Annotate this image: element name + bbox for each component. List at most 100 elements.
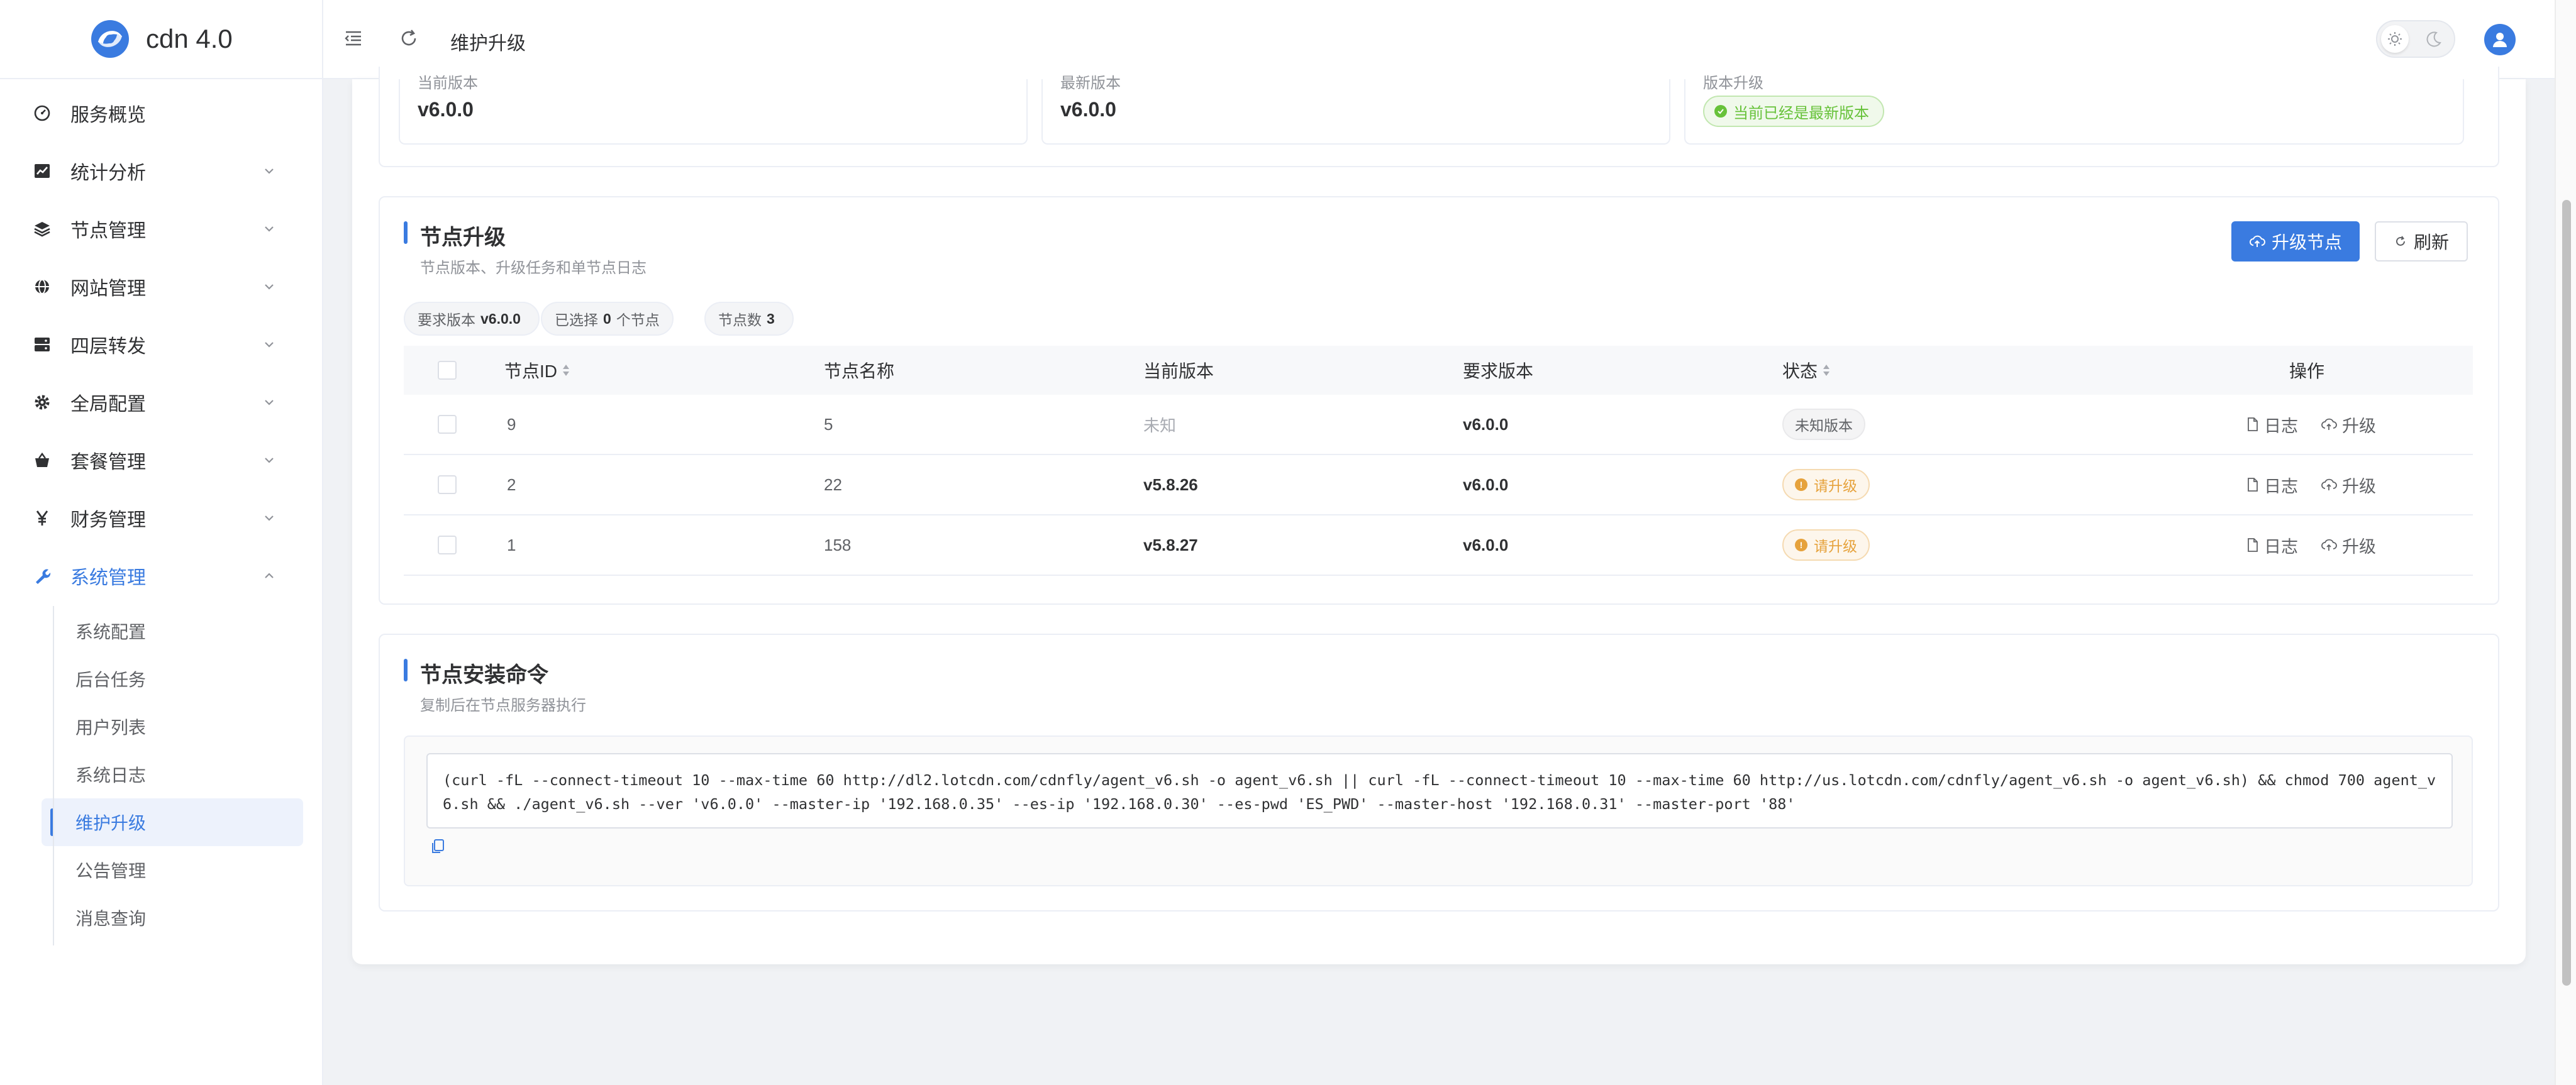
sun-icon — [2381, 25, 2409, 53]
upgrade-button[interactable]: 升级 — [2321, 533, 2376, 558]
upgrade-label: 升级 — [2342, 416, 2376, 436]
cloud-upload-icon — [2321, 418, 2337, 430]
collapse-menu-icon[interactable] — [342, 27, 365, 50]
current-version-box: 当前版本 v6.0.0 — [399, 75, 1028, 145]
select-all-checkbox[interactable] — [438, 361, 457, 380]
submenu-item-background-tasks[interactable]: 后台任务 — [0, 655, 322, 703]
pill-label: 已选择 — [555, 312, 598, 328]
col-label: 当前版本 — [1143, 361, 1214, 381]
avatar[interactable] — [2484, 24, 2516, 55]
sort-icon — [1823, 363, 1830, 377]
user-icon — [2493, 33, 2507, 47]
node-id: 9 — [507, 414, 516, 434]
page-title: 维护升级 — [450, 33, 526, 54]
sidebar-item-global-config[interactable]: 全局配置 — [0, 373, 322, 431]
current-version: 未知 — [1143, 416, 1177, 435]
table-row: 9 5 未知 v6.0.0 未知版本 日志 升级 — [404, 395, 2473, 455]
check-icon — [1714, 105, 1727, 118]
refresh-icon[interactable] — [397, 27, 420, 50]
gear-icon — [33, 393, 52, 412]
globe-icon — [33, 277, 52, 296]
upgrade-label: 升级 — [2342, 476, 2376, 496]
yen-icon — [33, 509, 52, 527]
required-version: v6.0.0 — [1463, 414, 1509, 434]
document-icon — [2248, 417, 2258, 431]
status-badge: 当前已经是最新版本 — [1703, 96, 1884, 127]
version-panel: 当前版本 v6.0.0 最新版本 v6.0.0 版本升级 当前已经是最新版本 — [379, 67, 2499, 167]
col-node-name: 节点名称 — [824, 346, 894, 395]
theme-toggle[interactable] — [2376, 20, 2455, 58]
table-row: 1 158 v5.8.27 v6.0.0 ! 请升级 日志 升级 — [404, 515, 2473, 576]
node-name: 5 — [824, 414, 833, 434]
submenu-item-announcements[interactable]: 公告管理 — [0, 846, 322, 894]
required-version-pill: 要求版本 v6.0.0 — [404, 302, 540, 336]
upgrade-button[interactable]: 升级 — [2321, 473, 2376, 497]
sidebar-item-label: 网站管理 — [70, 278, 146, 299]
refresh-button[interactable]: 刷新 — [2375, 221, 2468, 262]
page-scrollbar-thumb[interactable] — [2562, 200, 2571, 986]
document-icon — [2248, 538, 2258, 552]
sidebar-item-system[interactable]: 系统管理 — [0, 547, 322, 605]
col-actions: 操作 — [2289, 346, 2324, 395]
version-status-label: 版本升级 — [1703, 75, 1763, 92]
cloud-upload-icon — [2321, 478, 2337, 490]
refresh-icon — [2396, 236, 2405, 246]
submenu-item-user-list[interactable]: 用户列表 — [0, 703, 322, 751]
warning-icon: ! — [1795, 539, 1807, 551]
status-badge: ! 请升级 — [1782, 529, 1870, 561]
version-status-box: 版本升级 当前已经是最新版本 — [1684, 75, 2464, 145]
chevron-down-icon — [265, 226, 274, 232]
current-version: v5.8.27 — [1143, 535, 1198, 554]
sidebar-item-nodes[interactable]: 节点管理 — [0, 200, 322, 258]
log-label: 日志 — [2264, 476, 2298, 496]
status-badge: 未知版本 — [1782, 409, 1865, 440]
col-node-id[interactable]: 节点ID — [504, 346, 570, 395]
copy-icon[interactable] — [429, 837, 447, 855]
pill-value: 0 — [603, 310, 611, 327]
sidebar-item-packages[interactable]: 套餐管理 — [0, 431, 322, 489]
current-version-value: v6.0.0 — [418, 98, 474, 121]
install-command-text[interactable]: (curl -fL --connect-timeout 10 --max-tim… — [426, 753, 2453, 829]
status-badge: ! 请升级 — [1782, 469, 1870, 500]
sidebar-item-label: 服务概览 — [70, 105, 146, 126]
submenu-item-system-logs[interactable]: 系统日志 — [0, 751, 322, 798]
current-version-label: 当前版本 — [418, 75, 478, 92]
system-submenu: 系统配置 后台任务 用户列表 系统日志 维护升级 公告管理 消息查询 — [0, 605, 322, 942]
latest-version-box: 最新版本 v6.0.0 — [1041, 75, 1670, 145]
sidebar-item-label: 全局配置 — [70, 394, 146, 415]
sidebar: cdn 4.0 服务概览 统计分析 节点管理 网站管理 四层转发 全局配置 套餐… — [0, 0, 323, 1085]
upgrade-button[interactable]: 升级 — [2321, 412, 2376, 437]
sidebar-item-stats[interactable]: 统计分析 — [0, 142, 322, 200]
upgrade-nodes-button[interactable]: 升级节点 — [2231, 221, 2360, 262]
sidebar-item-label: 套餐管理 — [70, 452, 146, 473]
chart-icon — [33, 162, 52, 180]
log-button[interactable]: 日志 — [2246, 533, 2298, 558]
sidebar-item-label: 财务管理 — [70, 510, 146, 531]
col-status[interactable]: 状态 — [1782, 346, 1830, 395]
row-checkbox[interactable] — [438, 415, 457, 434]
submenu-item-maintenance-upgrade[interactable]: 维护升级 — [42, 798, 303, 846]
sidebar-item-websites[interactable]: 网站管理 — [0, 258, 322, 316]
col-label: 操作 — [2289, 361, 2325, 381]
logo-area[interactable]: cdn 4.0 — [0, 0, 322, 79]
sidebar-item-label: 统计分析 — [70, 163, 146, 184]
pill-unit: 个节点 — [616, 312, 660, 328]
table-header: 节点ID 节点名称 当前版本 要求版本 状态 操作 — [404, 346, 2473, 395]
col-current-version: 当前版本 — [1143, 346, 1214, 395]
sidebar-item-finance[interactable]: 财务管理 — [0, 489, 322, 547]
select-all-cell — [438, 346, 457, 395]
row-checkbox[interactable] — [438, 536, 457, 554]
sidebar-item-l4-forward[interactable]: 四层转发 — [0, 316, 322, 373]
log-button[interactable]: 日志 — [2246, 412, 2298, 437]
latest-version-label: 最新版本 — [1060, 75, 1121, 92]
sidebar-item-label: 系统管理 — [70, 568, 146, 588]
table-row: 2 22 v5.8.26 v6.0.0 ! 请升级 日志 升级 — [404, 455, 2473, 515]
current-version: v5.8.26 — [1143, 475, 1198, 494]
document-icon — [2248, 478, 2258, 492]
submenu-item-system-config[interactable]: 系统配置 — [0, 607, 322, 655]
sidebar-item-overview[interactable]: 服务概览 — [0, 84, 322, 142]
log-button[interactable]: 日志 — [2246, 473, 2298, 497]
node-id: 2 — [507, 475, 516, 494]
submenu-item-message-query[interactable]: 消息查询 — [0, 894, 322, 942]
row-checkbox[interactable] — [438, 475, 457, 494]
